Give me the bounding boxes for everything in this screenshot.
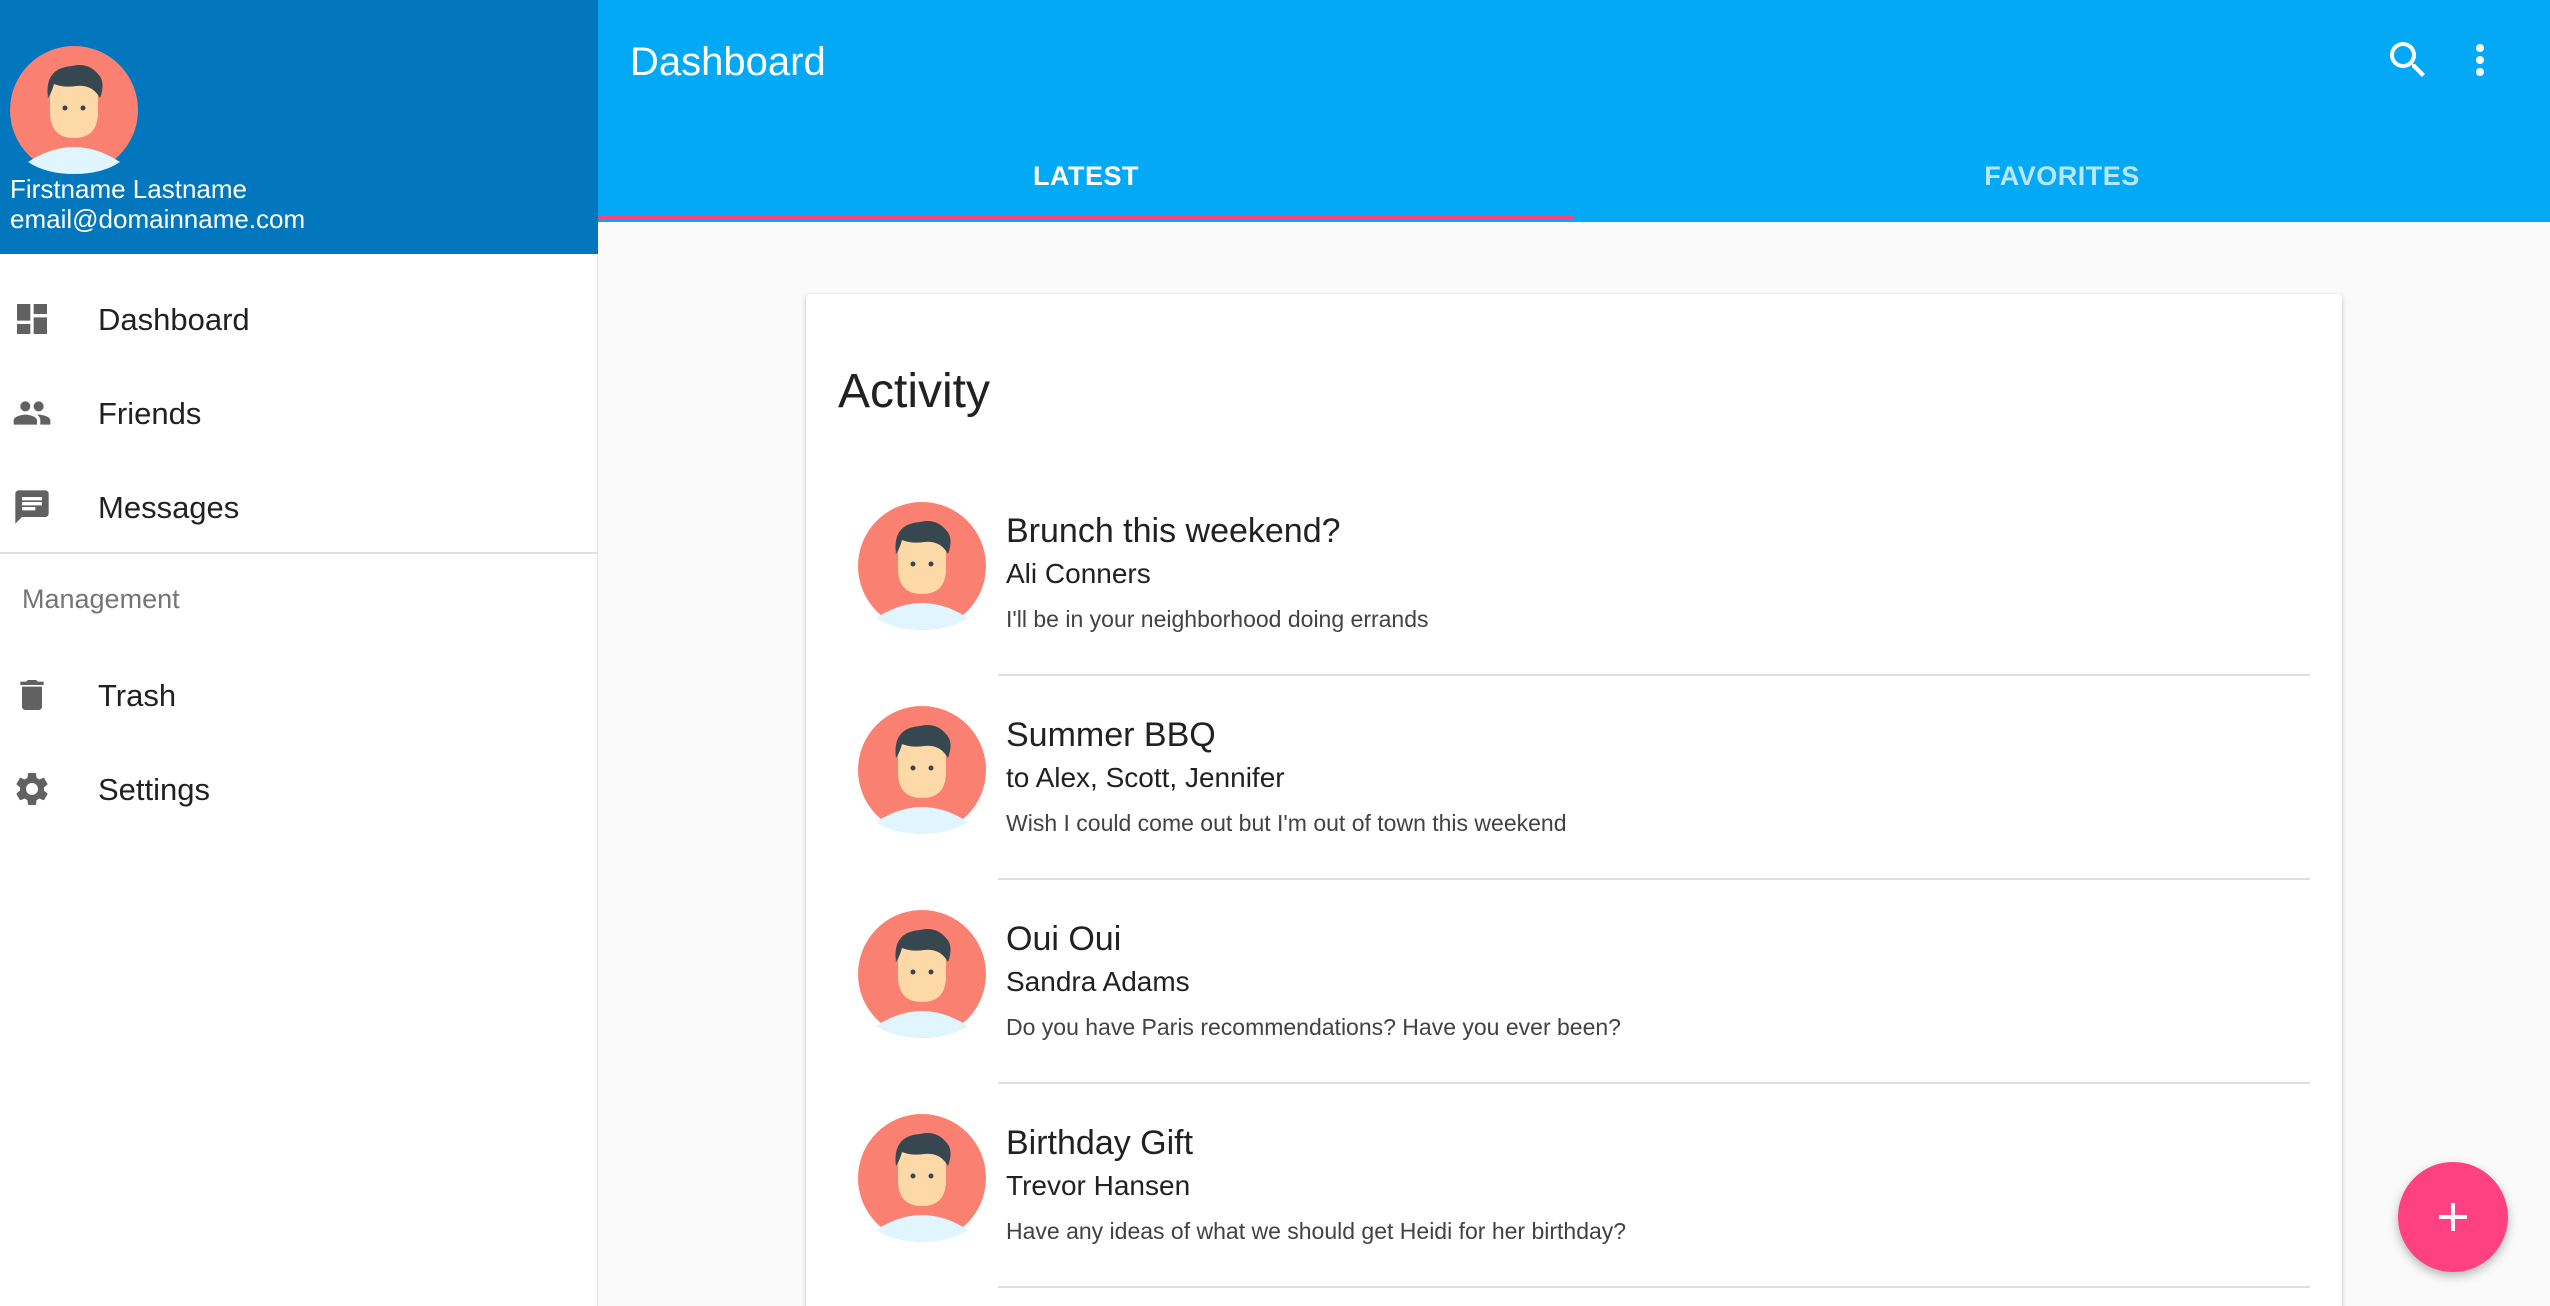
- avatar: [858, 1114, 986, 1242]
- user-email: email@domainname.com: [10, 204, 306, 234]
- person-avatar-icon: [858, 706, 986, 834]
- drawer-header: Firstname Lastname email@domainname.com: [0, 0, 598, 254]
- page-title: Dashboard: [630, 40, 826, 84]
- plus-icon: [2439, 1203, 2467, 1231]
- item-body: Wish I could come out but I'm out of tow…: [1006, 810, 1567, 836]
- more-options-button[interactable]: [2456, 36, 2504, 84]
- nav-item-dashboard[interactable]: Dashboard: [0, 272, 598, 366]
- nav-label-trash: Trash: [98, 678, 177, 713]
- nav-label-dashboard: Dashboard: [98, 302, 250, 337]
- add-fab-button[interactable]: [2398, 1162, 2508, 1272]
- list-item[interactable]: Brunch this weekend? Ali Conners I'll be…: [806, 472, 2342, 676]
- drawer-divider: [0, 552, 598, 554]
- dashboard-icon: [12, 299, 52, 339]
- app-bar: Dashboard LATEST FAVORITES: [598, 0, 2550, 222]
- list-item[interactable]: Summer BBQ to Alex, Scott, Jennifer Wish…: [806, 676, 2342, 880]
- tab-latest[interactable]: LATEST: [598, 140, 1574, 222]
- user-name: Firstname Lastname: [10, 174, 247, 204]
- nav-item-trash[interactable]: Trash: [0, 648, 598, 742]
- trash-icon: [12, 675, 52, 715]
- user-avatar[interactable]: [10, 46, 138, 174]
- avatar: [858, 706, 986, 834]
- app-root: Firstname Lastname email@domainname.com …: [0, 0, 2550, 1306]
- list-item[interactable]: Birthday Gift Trevor Hansen Have any ide…: [806, 1084, 2342, 1288]
- item-subtitle: Ali Conners: [1006, 558, 1151, 589]
- nav-label-messages: Messages: [98, 490, 240, 525]
- nav-label-friends: Friends: [98, 396, 202, 431]
- navigation-drawer: Firstname Lastname email@domainname.com …: [0, 0, 598, 1306]
- main-content: Activity Brunch this weekend? Ali Conner…: [598, 222, 2550, 1306]
- item-title: Birthday Gift: [1006, 1124, 1194, 1162]
- activity-card: Activity Brunch this weekend? Ali Conner…: [806, 294, 2342, 1306]
- list-item[interactable]: Oui Oui Sandra Adams Do you have Paris r…: [806, 880, 2342, 1084]
- people-icon: [12, 393, 52, 433]
- activity-title: Activity: [838, 365, 991, 418]
- person-avatar-icon: [858, 502, 986, 630]
- tab-favorites[interactable]: FAVORITES: [1574, 140, 2550, 222]
- item-title: Brunch this weekend?: [1006, 512, 1341, 550]
- item-body: I'll be in your neighborhood doing erran…: [1006, 606, 1429, 632]
- item-body: Do you have Paris recommendations? Have …: [1006, 1014, 1621, 1040]
- avatar: [858, 910, 986, 1038]
- avatar: [858, 502, 986, 630]
- item-body: Have any ideas of what we should get Hei…: [1006, 1218, 1627, 1244]
- person-avatar-icon: [858, 910, 986, 1038]
- drawer-subheader: Management: [22, 584, 180, 614]
- more-vert-icon: [2476, 44, 2484, 76]
- search-button[interactable]: [2384, 36, 2432, 84]
- item-subtitle: to Alex, Scott, Jennifer: [1006, 762, 1285, 793]
- nav-label-settings: Settings: [98, 772, 211, 807]
- person-avatar-icon: [10, 46, 138, 174]
- message-icon: [12, 487, 52, 527]
- person-avatar-icon: [858, 1114, 986, 1242]
- list-divider: [998, 1286, 2310, 1288]
- nav-item-friends[interactable]: Friends: [0, 366, 598, 460]
- tab-indicator: [598, 216, 1574, 220]
- search-icon: [2390, 42, 2425, 77]
- item-subtitle: Sandra Adams: [1006, 966, 1190, 997]
- nav-item-settings[interactable]: Settings: [0, 742, 598, 836]
- item-title: Oui Oui: [1006, 920, 1122, 958]
- gear-icon: [12, 769, 52, 809]
- item-title: Summer BBQ: [1006, 716, 1216, 754]
- item-subtitle: Trevor Hansen: [1006, 1170, 1191, 1201]
- nav-item-messages[interactable]: Messages: [0, 460, 598, 554]
